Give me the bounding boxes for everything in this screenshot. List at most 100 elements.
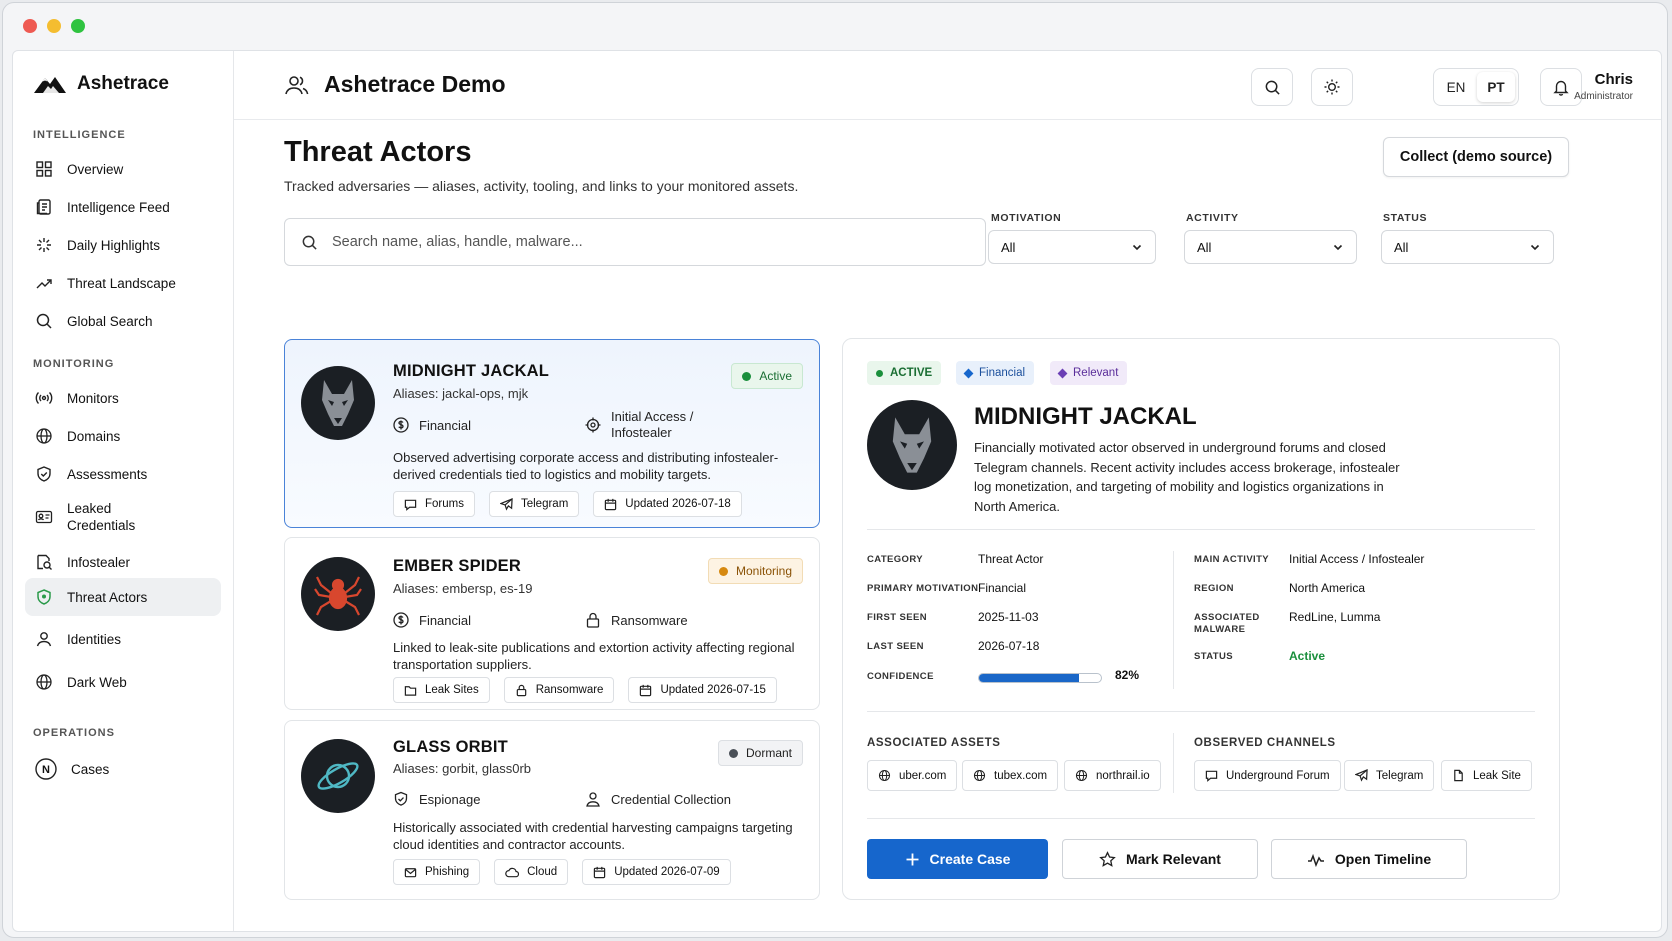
status-badge: Dormant xyxy=(717,740,803,766)
sidebar-item-assessments[interactable]: Assessments xyxy=(25,458,221,490)
divider xyxy=(867,529,1535,530)
lang-pt-button[interactable]: PT xyxy=(1477,72,1515,102)
field-key: LAST SEEN xyxy=(867,641,924,652)
actor-detail-panel: ACTIVE Financial Relevant MIDNIGHT JACKA… xyxy=(842,338,1560,900)
sidebar-item-label: Assessments xyxy=(67,466,148,482)
actor-card-ember-spider[interactable]: EMBER SPIDER Aliases: embersp, es-19 Mon… xyxy=(284,537,820,710)
actor-card-midnight-jackal[interactable]: MIDNIGHT JACKAL Aliases: jackal-ops, mjk… xyxy=(284,339,820,528)
tag-forums[interactable]: Forums xyxy=(393,491,475,517)
grid-icon xyxy=(36,161,52,177)
sidebar-item-leaked-credentials[interactable]: Leaked Credentials xyxy=(25,495,221,539)
sidebar-item-label: Overview xyxy=(67,161,124,177)
sidebar-item-intelligence-feed[interactable]: Intelligence Feed xyxy=(25,191,221,223)
plus-icon xyxy=(906,853,919,865)
telegram-icon xyxy=(1355,769,1368,782)
field-value: Threat Actor xyxy=(978,552,1044,566)
sidebar-item-global-search[interactable]: Global Search xyxy=(25,305,221,337)
select-value: All xyxy=(1394,239,1409,255)
message-icon xyxy=(404,499,417,511)
trend-icon xyxy=(36,279,52,289)
actor-search xyxy=(284,218,986,266)
section-operations: OPERATIONS xyxy=(33,727,115,739)
field-key: FIRST SEEN xyxy=(867,612,927,623)
actor-description: Observed advertising corporate access an… xyxy=(393,450,779,482)
minimize-window-button[interactable] xyxy=(47,19,61,33)
tag-updated: Updated 2026-07-18 xyxy=(593,491,742,517)
channel-chip[interactable]: Telegram xyxy=(1344,760,1435,791)
actor-motivation: Financial xyxy=(393,612,471,628)
tag-ransomware[interactable]: Ransomware xyxy=(503,677,615,703)
lang-en-button[interactable]: EN xyxy=(1437,72,1475,102)
button-label: Create Case xyxy=(929,851,1011,867)
vertical-divider xyxy=(1173,551,1174,689)
open-timeline-button[interactable]: Open Timeline xyxy=(1271,839,1467,879)
tag-leak-sites[interactable]: Leak Sites xyxy=(393,677,490,703)
globe-icon xyxy=(36,428,52,444)
search-input[interactable] xyxy=(332,234,969,250)
channel-chip[interactable]: Leak Site xyxy=(1441,760,1532,791)
sidebar-item-identities[interactable]: Identities xyxy=(25,623,221,655)
status-label: Monitoring xyxy=(735,564,792,578)
channel-chip[interactable]: Underground Forum xyxy=(1194,760,1341,791)
chevron-down-icon xyxy=(1132,244,1142,251)
confidence-bar xyxy=(978,673,1102,683)
language-switcher: EN PT xyxy=(1433,68,1519,106)
actor-tags: Phishing Cloud Updated 2026-07-09 xyxy=(393,859,731,885)
field-value: 2025-11-03 xyxy=(978,610,1039,624)
sidebar-item-label: Intelligence Feed xyxy=(67,199,170,215)
sidebar-item-overview[interactable]: Overview xyxy=(25,153,221,185)
actor-tags: Leak Sites Ransomware Updated 2026-07-15 xyxy=(393,677,777,703)
tag-cloud[interactable]: Cloud xyxy=(494,859,569,885)
main-content: Threat Actors Tracked adversaries — alia… xyxy=(234,120,1661,931)
create-case-button[interactable]: Create Case xyxy=(867,839,1048,879)
activity-select[interactable]: All xyxy=(1184,230,1357,264)
status-dot-icon xyxy=(876,369,883,377)
chevron-down-icon xyxy=(1333,244,1343,251)
sidebar-item-cases[interactable]: N Cases xyxy=(25,751,221,787)
actor-description: Linked to leak-site publications and ext… xyxy=(393,640,795,672)
asset-chip[interactable]: tubex.com xyxy=(962,760,1059,791)
shield-check-icon xyxy=(394,791,408,806)
user-role: Administrator xyxy=(1574,91,1633,102)
actor-aliases: Aliases: jackal-ops, mjk xyxy=(393,386,529,401)
asset-chip[interactable]: uber.com xyxy=(867,760,958,791)
sidebar-item-daily-highlights[interactable]: Daily Highlights xyxy=(25,229,221,261)
globe-icon xyxy=(36,674,52,690)
asset-chip[interactable]: northrail.io xyxy=(1064,760,1161,791)
user-icon xyxy=(36,632,52,647)
search-bug-icon xyxy=(37,554,52,570)
field-key: PRIMARY MOTIVATION xyxy=(867,583,979,594)
sidebar-item-threat-actors[interactable]: Threat Actors xyxy=(25,578,221,616)
tag-telegram[interactable]: Telegram xyxy=(488,491,580,517)
actor-activity: Ransomware xyxy=(585,612,688,628)
sidebar-item-dark-web[interactable]: Dark Web xyxy=(25,666,221,698)
section-monitoring: MONITORING xyxy=(33,358,115,370)
mark-relevant-button[interactable]: Mark Relevant xyxy=(1062,839,1258,879)
document-icon xyxy=(1454,769,1463,782)
users-icon xyxy=(285,75,309,94)
actor-tags: Forums Telegram Updated 2026-07-18 xyxy=(393,491,742,517)
close-window-button[interactable] xyxy=(23,19,37,33)
actor-activity: Initial Access / Infostealer xyxy=(585,409,721,441)
collect-demo-source-button[interactable]: Collect (demo source) xyxy=(1383,137,1569,177)
sidebar-item-domains[interactable]: Domains xyxy=(25,420,221,452)
sidebar-item-infostealer[interactable]: Infostealer xyxy=(25,546,221,578)
header-search-button[interactable] xyxy=(1251,68,1293,106)
brand[interactable]: Ashetrace xyxy=(33,73,169,95)
user-menu[interactable]: Chris Administrator xyxy=(1574,71,1633,102)
chevron-down-icon xyxy=(1530,244,1540,251)
motivation-select[interactable]: All xyxy=(988,230,1156,264)
field-key: CATEGORY xyxy=(867,554,923,565)
sidebar-item-threat-landscape[interactable]: Threat Landscape xyxy=(25,267,221,299)
maximize-window-button[interactable] xyxy=(71,19,85,33)
tag-label: Phishing xyxy=(425,866,470,878)
actor-card-glass-orbit[interactable]: GLASS ORBIT Aliases: gorbit, glass0rb Do… xyxy=(284,720,820,900)
tag-phishing[interactable]: Phishing xyxy=(393,859,481,885)
workspace-name: Ashetrace Demo xyxy=(324,71,506,97)
theme-toggle-button[interactable] xyxy=(1311,68,1353,106)
field-key: ASSOCIATED MALWARE xyxy=(1194,612,1260,635)
status-select[interactable]: All xyxy=(1381,230,1554,264)
sidebar-item-monitors[interactable]: Monitors xyxy=(25,382,221,414)
sidebar-item-label: Daily Highlights xyxy=(67,237,161,253)
motivation-label: Espionage xyxy=(419,791,481,807)
